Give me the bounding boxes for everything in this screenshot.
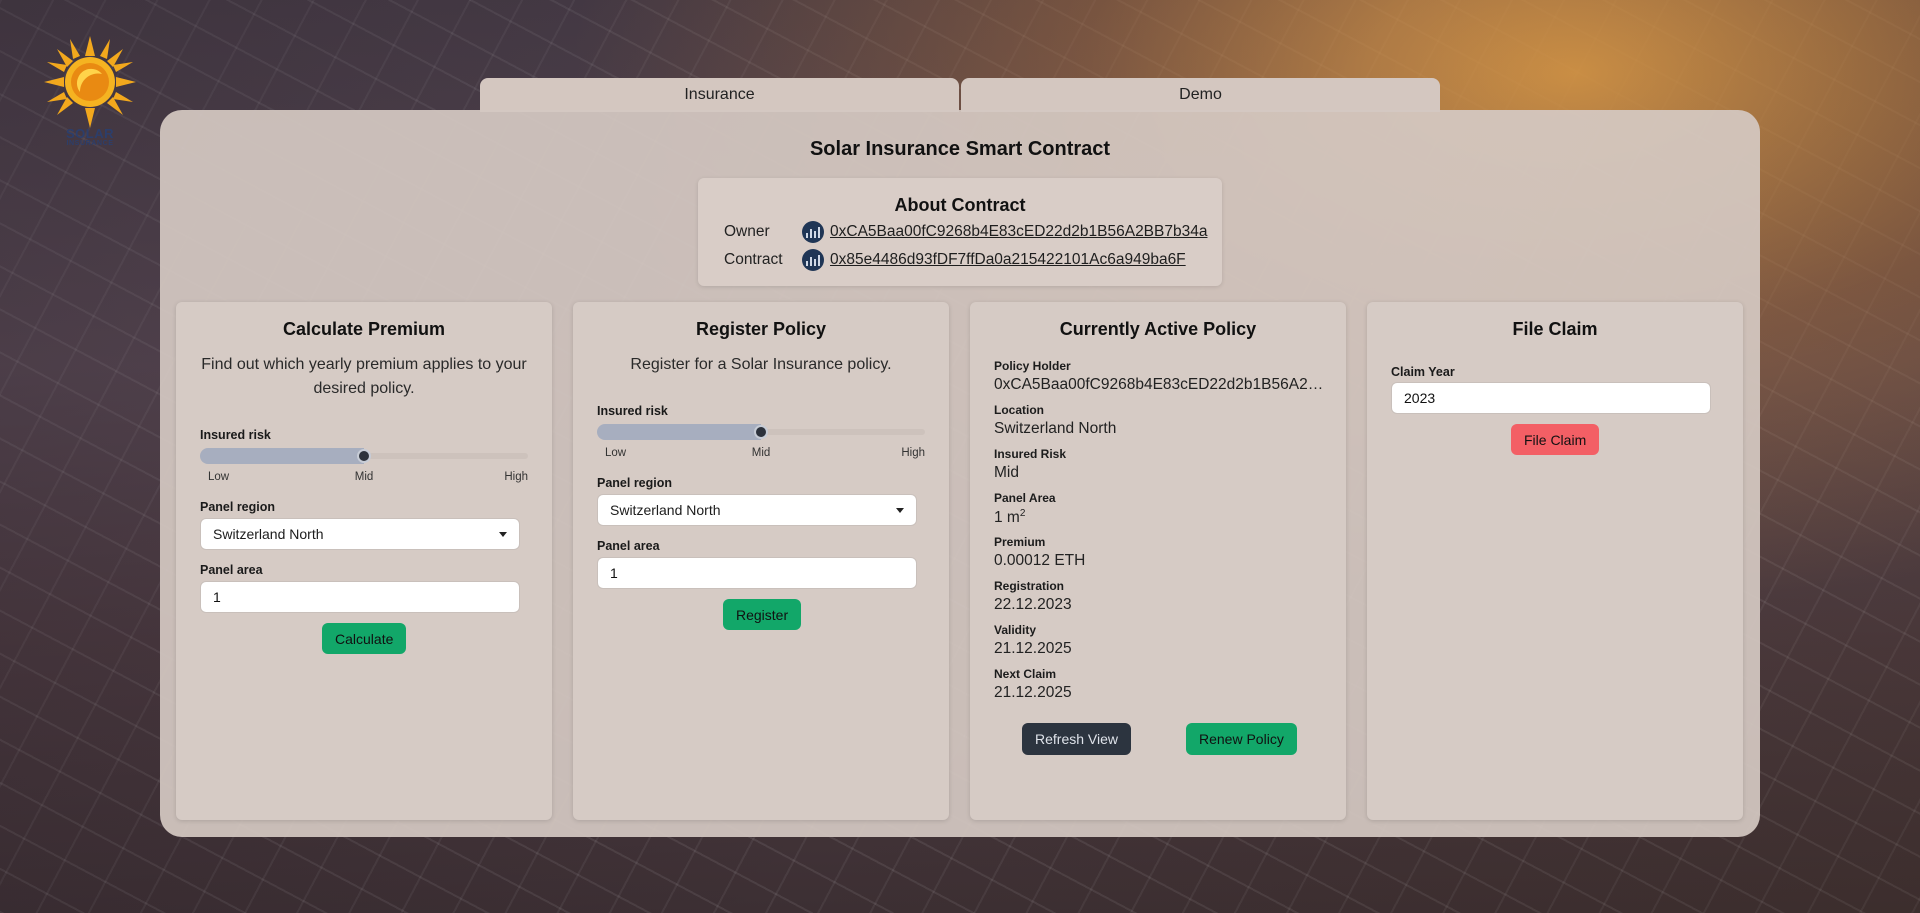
active-policy-title: Currently Active Policy	[1059, 319, 1257, 339]
insured-risk-value: Mid	[994, 464, 1019, 481]
contract-address-link[interactable]: 0x85e4486d93fDF7ffDa0a215422101Ac6a949ba…	[830, 251, 1186, 269]
file-claim-title: File Claim	[1512, 319, 1598, 339]
file-claim-card: File Claim Claim Year File Claim	[1367, 302, 1743, 820]
sun-logo-icon	[44, 36, 136, 128]
panel-area-label: Panel Area	[994, 491, 1056, 505]
location-label: Location	[994, 403, 1044, 417]
next-claim-label: Next Claim	[994, 667, 1057, 681]
owner-row: Owner 0xCA5Baa00fC9268b4E83cED22d2b1B56A…	[724, 221, 1207, 243]
slider-thumb[interactable]	[357, 449, 371, 463]
register-description: Register for a Solar Insurance policy.	[630, 356, 892, 373]
logo-subtitle: INSURANCE	[66, 140, 114, 147]
calculate-premium-title: Calculate Premium	[282, 319, 446, 339]
reg-risk-slider[interactable]	[597, 424, 925, 440]
slider-fill	[200, 448, 364, 464]
tab-insurance[interactable]: Insurance	[480, 78, 959, 112]
slider-fill	[597, 424, 761, 440]
location-field: Location Switzerland North	[994, 403, 1330, 438]
registration-field: Registration 22.12.2023	[994, 579, 1330, 614]
insured-risk-field: Insured Risk Mid	[994, 447, 1330, 482]
caret-down-icon	[896, 507, 904, 513]
reg-region-label: Panel region	[597, 476, 673, 490]
registration-label: Registration	[994, 579, 1065, 593]
insured-risk-label: Insured Risk	[994, 447, 1067, 461]
location-value: Switzerland North	[994, 420, 1117, 437]
tab-demo[interactable]: Demo	[961, 78, 1440, 112]
calc-risk-slider[interactable]	[200, 448, 528, 464]
next-claim-value: 21.12.2025	[994, 684, 1072, 701]
calc-region-value: Switzerland North	[213, 526, 324, 542]
policy-holder-label: Policy Holder	[994, 359, 1071, 373]
tick-low: Low	[208, 471, 230, 483]
calc-region-select[interactable]: Switzerland North	[200, 518, 520, 550]
calc-region-label: Panel region	[200, 500, 276, 514]
reg-region-select[interactable]: Switzerland North	[597, 494, 917, 526]
reg-region-value: Switzerland North	[610, 502, 721, 518]
slider-thumb[interactable]	[754, 425, 768, 439]
tick-mid: Mid	[751, 447, 771, 459]
tick-high: High	[504, 471, 528, 483]
tick-low: Low	[605, 447, 627, 459]
reg-area-label: Panel area	[597, 539, 660, 553]
claim-year-input[interactable]	[1391, 382, 1711, 414]
reg-area-input[interactable]	[597, 557, 917, 589]
calculate-premium-card: Calculate Premium Find out which yearly …	[176, 302, 552, 820]
register-button[interactable]: Register	[723, 599, 802, 630]
calc-area-label: Panel area	[200, 563, 263, 577]
next-claim-field: Next Claim 21.12.2025	[994, 667, 1330, 702]
validity-label: Validity	[994, 623, 1037, 637]
register-policy-title: Register Policy	[695, 319, 827, 339]
validity-value: 21.12.2025	[994, 640, 1072, 657]
reg-risk-label: Insured risk	[597, 404, 668, 418]
contract-row: Contract 0x85e4486d93fDF7ffDa0a215422101…	[724, 249, 1186, 271]
premium-label: Premium	[994, 535, 1046, 549]
area-unit-exponent: 2	[1019, 508, 1026, 519]
logo-title: SOLAR	[66, 126, 114, 141]
tab-bar: Insurance Demo	[480, 78, 1440, 112]
panel-area-value: 1 m2	[994, 508, 1026, 527]
solar-insurance-logo: SOLAR INSURANCE	[42, 34, 138, 154]
policy-holder-field: Policy Holder 0xCA5Baa00fC9268b4E83cED22…	[994, 359, 1330, 394]
tick-high: High	[901, 447, 925, 459]
claim-year-label: Claim Year	[1391, 365, 1455, 379]
register-policy-card: Register Policy Register for a Solar Ins…	[573, 302, 949, 820]
owner-label: Owner	[724, 223, 770, 240]
tick-mid: Mid	[354, 471, 374, 483]
file-claim-button[interactable]: File Claim	[1511, 424, 1600, 455]
premium-value: 0.00012 ETH	[994, 552, 1086, 569]
calculate-description: Find out which yearly premium applies to…	[201, 356, 527, 397]
registration-value: 22.12.2023	[994, 596, 1072, 613]
about-contract-box: About Contract Owner 0xCA5Baa00fC9268b4E…	[698, 178, 1222, 286]
active-policy-card: Currently Active Policy Policy Holder 0x…	[970, 302, 1346, 820]
owner-address-link[interactable]: 0xCA5Baa00fC9268b4E83cED22d2b1B56A2BB7b3…	[830, 223, 1207, 241]
address-identicon-icon	[802, 249, 824, 271]
address-identicon-icon	[802, 221, 824, 243]
calc-risk-label: Insured risk	[200, 428, 271, 442]
calc-area-input[interactable]	[200, 581, 520, 613]
calculate-button[interactable]: Calculate	[322, 623, 407, 654]
panel-area-field: Panel Area 1 m2	[994, 491, 1330, 527]
policy-holder-value: 0xCA5Baa00fC9268b4E83cED22d2b1B56A2BB7b3…	[994, 376, 1324, 393]
premium-field: Premium 0.00012 ETH	[994, 535, 1330, 570]
contract-label: Contract	[724, 251, 783, 268]
renew-policy-button[interactable]: Renew Policy	[1186, 723, 1297, 755]
about-contract-heading: About Contract	[894, 195, 1026, 215]
caret-down-icon	[499, 531, 507, 537]
refresh-view-button[interactable]: Refresh View	[1022, 723, 1132, 755]
page-title: Solar Insurance Smart Contract	[809, 138, 1111, 160]
validity-field: Validity 21.12.2025	[994, 623, 1330, 658]
main-panel: Solar Insurance Smart Contract About Con…	[160, 110, 1760, 837]
